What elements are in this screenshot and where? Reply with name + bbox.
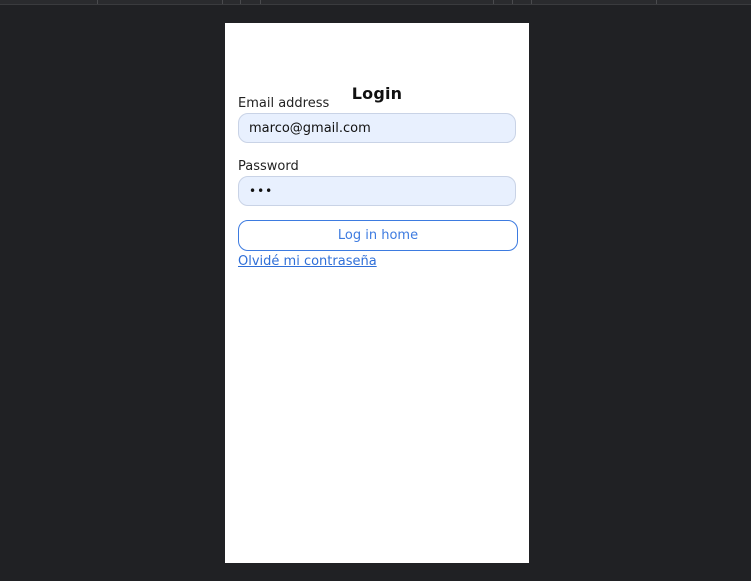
- toolbar-divider: [97, 0, 98, 4]
- login-screen: Login Email address marco@gmail.com Pass…: [225, 23, 529, 563]
- toolbar-divider: [222, 0, 223, 4]
- toolbar-divider: [493, 0, 494, 4]
- email-label: Email address: [238, 96, 330, 111]
- toolbar-divider: [531, 0, 532, 4]
- toolbar-divider: [240, 0, 241, 4]
- forgot-password-link[interactable]: Olvidé mi contraseña: [238, 254, 377, 269]
- email-field[interactable]: marco@gmail.com: [238, 113, 516, 143]
- password-field[interactable]: •••: [238, 176, 516, 206]
- browser-toolbar: [0, 0, 751, 5]
- toolbar-divider: [260, 0, 261, 4]
- toolbar-divider: [512, 0, 513, 4]
- toolbar-divider: [656, 0, 657, 4]
- password-label: Password: [238, 159, 299, 174]
- login-button[interactable]: Log in home: [238, 220, 518, 251]
- password-value: •••: [249, 184, 274, 198]
- email-value: marco@gmail.com: [249, 120, 371, 136]
